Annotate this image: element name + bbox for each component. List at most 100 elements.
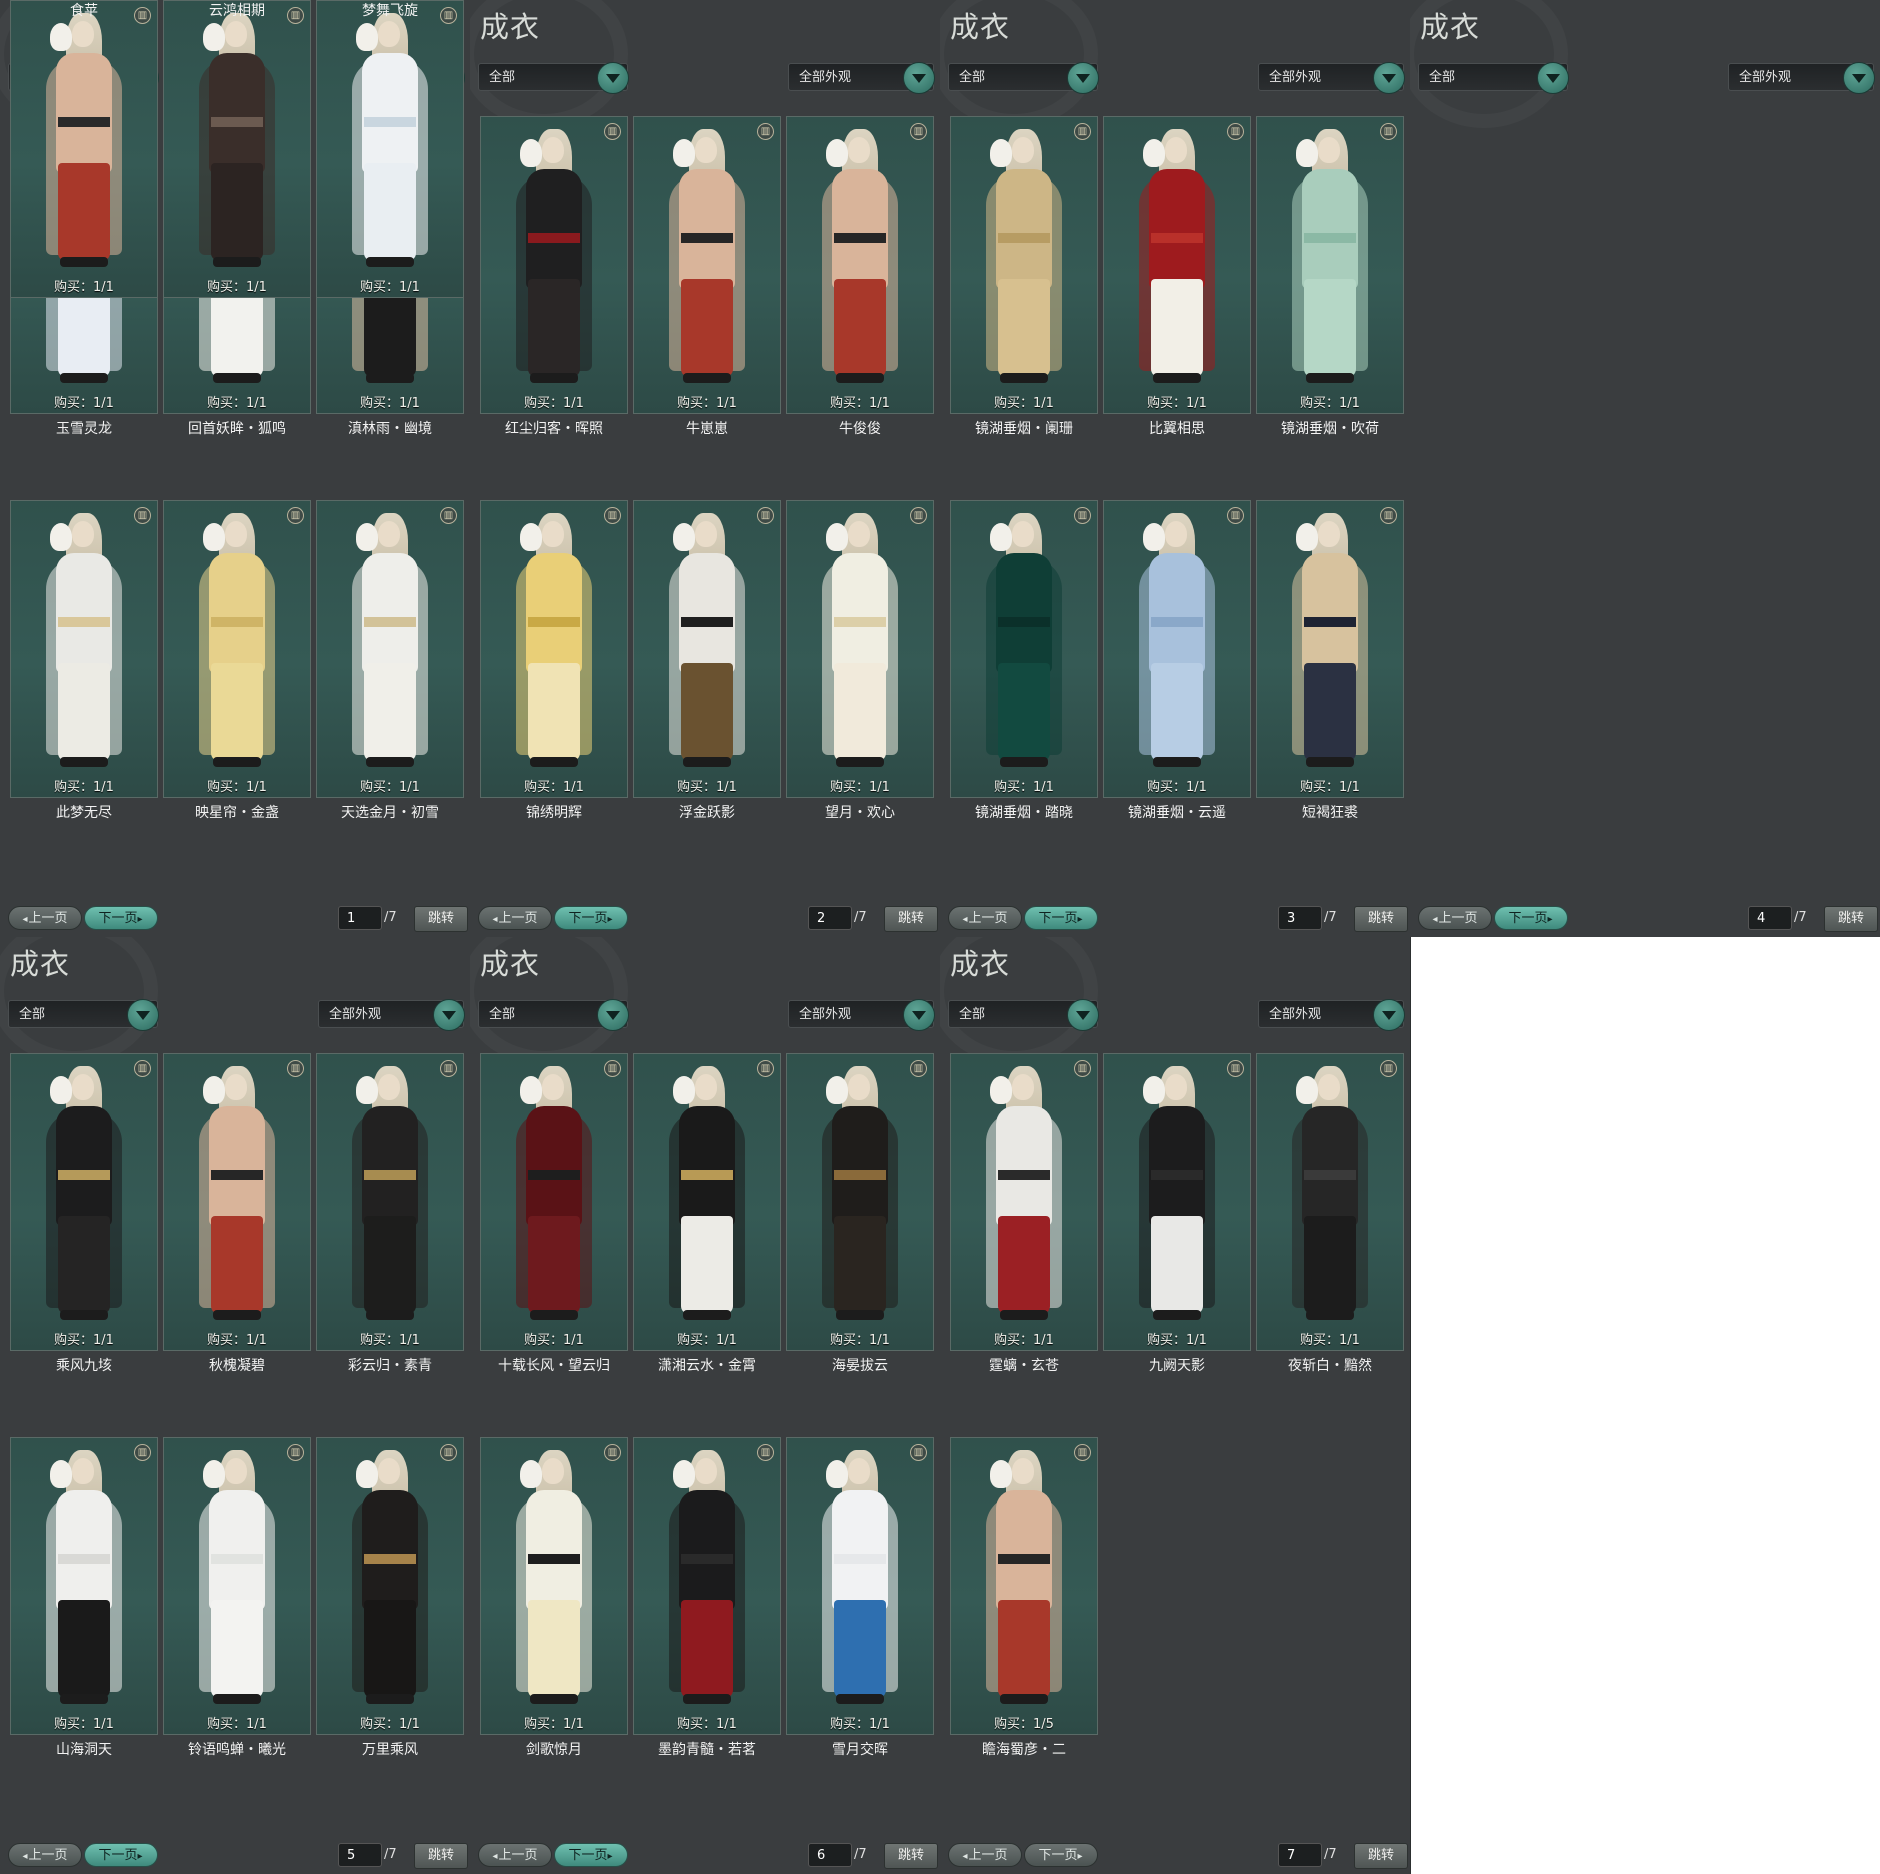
jump-button[interactable]: 跳转 — [1354, 906, 1408, 932]
appearance-dropdown[interactable]: 全部外观 — [1728, 62, 1875, 94]
outfit-card[interactable]: ▥购买：1/1 — [633, 1053, 781, 1351]
trash-icon[interactable]: ▥ — [604, 1444, 621, 1461]
appearance-dropdown[interactable]: 全部外观 — [1258, 999, 1405, 1031]
outfit-card[interactable]: ▥购买：1/1 — [10, 1053, 158, 1351]
prev-page-button[interactable]: ◂上一页 — [1418, 906, 1492, 930]
outfit-card[interactable]: ▥购买：1/1 — [480, 1053, 628, 1351]
trash-icon[interactable]: ▥ — [910, 1444, 927, 1461]
category-dropdown[interactable]: 全部 — [8, 999, 159, 1031]
chevron-down-icon[interactable] — [903, 62, 935, 94]
prev-page-button[interactable]: ◂上一页 — [478, 906, 552, 930]
trash-icon[interactable]: ▥ — [757, 507, 774, 524]
appearance-dropdown[interactable]: 全部外观 — [318, 999, 465, 1031]
trash-icon[interactable]: ▥ — [134, 1060, 151, 1077]
trash-icon[interactable]: ▥ — [910, 507, 927, 524]
trash-icon[interactable]: ▥ — [440, 507, 457, 524]
next-page-button[interactable]: 下一页▸ — [1024, 1843, 1098, 1867]
trash-icon[interactable]: ▥ — [1074, 507, 1091, 524]
trash-icon[interactable]: ▥ — [1227, 1060, 1244, 1077]
trash-icon[interactable]: ▥ — [287, 1060, 304, 1077]
outfit-card[interactable]: ▥购买：1/1 — [786, 500, 934, 798]
outfit-card[interactable]: ▥购买：1/1 — [1256, 500, 1404, 798]
next-page-button[interactable]: 下一页▸ — [554, 906, 628, 930]
chevron-down-icon[interactable] — [1373, 62, 1405, 94]
outfit-card[interactable]: ▥购买：1/1 — [163, 1437, 311, 1735]
outfit-card[interactable]: ▥购买：1/1 — [633, 500, 781, 798]
page-number-input[interactable]: 5 — [338, 1843, 382, 1867]
chevron-down-icon[interactable] — [1843, 62, 1875, 94]
outfit-card[interactable]: ▥购买：1/1 — [480, 116, 628, 414]
outfit-card[interactable]: ▥购买：1/1 — [316, 1053, 464, 1351]
prev-page-button[interactable]: ◂上一页 — [948, 1843, 1022, 1867]
appearance-dropdown[interactable]: 全部外观 — [788, 999, 935, 1031]
outfit-card[interactable]: ▥ 购买：1/5 — [950, 1437, 1098, 1735]
trash-icon[interactable]: ▥ — [604, 1060, 621, 1077]
trash-icon[interactable]: ▥ — [757, 123, 774, 140]
page-number-input[interactable]: 1 — [338, 906, 382, 930]
trash-icon[interactable]: ▥ — [604, 507, 621, 524]
page-number-input[interactable]: 4 — [1748, 906, 1792, 930]
trash-icon[interactable]: ▥ — [1227, 507, 1244, 524]
trash-icon[interactable]: ▥ — [757, 1060, 774, 1077]
trash-icon[interactable]: ▥ — [910, 123, 927, 140]
appearance-dropdown[interactable]: 全部外观 — [1258, 62, 1405, 94]
outfit-card[interactable]: ▥购买：1/1 — [10, 1437, 158, 1735]
trash-icon[interactable]: ▥ — [757, 1444, 774, 1461]
category-dropdown[interactable]: 全部 — [1418, 62, 1569, 94]
outfit-card[interactable]: ▥购买：1/1 — [316, 0, 464, 298]
outfit-card[interactable]: ▥购买：1/1 — [950, 116, 1098, 414]
outfit-card[interactable]: ▥购买：1/1 — [1103, 500, 1251, 798]
outfit-card[interactable]: ▥购买：1/1 — [163, 500, 311, 798]
chevron-down-icon[interactable] — [1067, 999, 1099, 1031]
jump-button[interactable]: 跳转 — [1354, 1843, 1408, 1869]
category-dropdown[interactable]: 全部 — [478, 62, 629, 94]
outfit-card[interactable]: ▥购买：1/1 — [1256, 116, 1404, 414]
chevron-down-icon[interactable] — [127, 999, 159, 1031]
prev-page-button[interactable]: ◂上一页 — [478, 1843, 552, 1867]
chevron-down-icon[interactable] — [903, 999, 935, 1031]
chevron-down-icon[interactable] — [433, 999, 465, 1031]
category-dropdown[interactable]: 全部 — [948, 62, 1099, 94]
outfit-card[interactable]: ▥购买：1/1 — [163, 1053, 311, 1351]
outfit-card[interactable]: ▥购买：1/1 — [786, 1437, 934, 1735]
chevron-down-icon[interactable] — [1537, 62, 1569, 94]
trash-icon[interactable]: ▥ — [1074, 1444, 1091, 1461]
next-page-button[interactable]: 下一页▸ — [1494, 906, 1568, 930]
chevron-down-icon[interactable] — [1373, 999, 1405, 1031]
outfit-card[interactable]: ▥购买：1/1 — [1256, 1053, 1404, 1351]
jump-button[interactable]: 跳转 — [884, 906, 938, 932]
prev-page-button[interactable]: ◂上一页 — [8, 1843, 82, 1867]
next-page-button[interactable]: 下一页▸ — [554, 1843, 628, 1867]
outfit-card[interactable]: ▥购买：1/1 — [316, 1437, 464, 1735]
outfit-card[interactable]: ▥购买：1/1 — [633, 116, 781, 414]
trash-icon[interactable]: ▥ — [134, 1444, 151, 1461]
outfit-card[interactable]: ▥购买：1/1 — [10, 500, 158, 798]
chevron-down-icon[interactable] — [597, 999, 629, 1031]
trash-icon[interactable]: ▥ — [134, 507, 151, 524]
trash-icon[interactable]: ▥ — [440, 1060, 457, 1077]
outfit-card[interactable]: ▥购买：1/1 — [950, 1053, 1098, 1351]
trash-icon[interactable]: ▥ — [287, 507, 304, 524]
page-number-input[interactable]: 6 — [808, 1843, 852, 1867]
page-number-input[interactable]: 3 — [1278, 906, 1322, 930]
outfit-card[interactable]: ▥购买：1/1 — [786, 1053, 934, 1351]
trash-icon[interactable]: ▥ — [1380, 1060, 1397, 1077]
trash-icon[interactable]: ▥ — [1227, 123, 1244, 140]
trash-icon[interactable]: ▥ — [1380, 123, 1397, 140]
page-number-input[interactable]: 7 — [1278, 1843, 1322, 1867]
outfit-card[interactable]: ▥购买：1/1 — [163, 0, 311, 298]
outfit-card[interactable]: ▥购买：1/1 — [1103, 116, 1251, 414]
category-dropdown[interactable]: 全部 — [478, 999, 629, 1031]
trash-icon[interactable]: ▥ — [1380, 507, 1397, 524]
jump-button[interactable]: 跳转 — [414, 906, 468, 932]
jump-button[interactable]: 跳转 — [1824, 906, 1878, 932]
trash-icon[interactable]: ▥ — [910, 1060, 927, 1077]
outfit-card[interactable]: ▥购买：1/1 — [1103, 1053, 1251, 1351]
outfit-card[interactable]: ▥购买：1/1 — [633, 1437, 781, 1735]
trash-icon[interactable]: ▥ — [440, 1444, 457, 1461]
trash-icon[interactable]: ▥ — [1074, 1060, 1091, 1077]
outfit-card[interactable]: ▥购买：1/1 — [950, 500, 1098, 798]
next-page-button[interactable]: 下一页▸ — [84, 906, 158, 930]
jump-button[interactable]: 跳转 — [414, 1843, 468, 1869]
outfit-card[interactable]: ▥购买：1/1 — [480, 500, 628, 798]
